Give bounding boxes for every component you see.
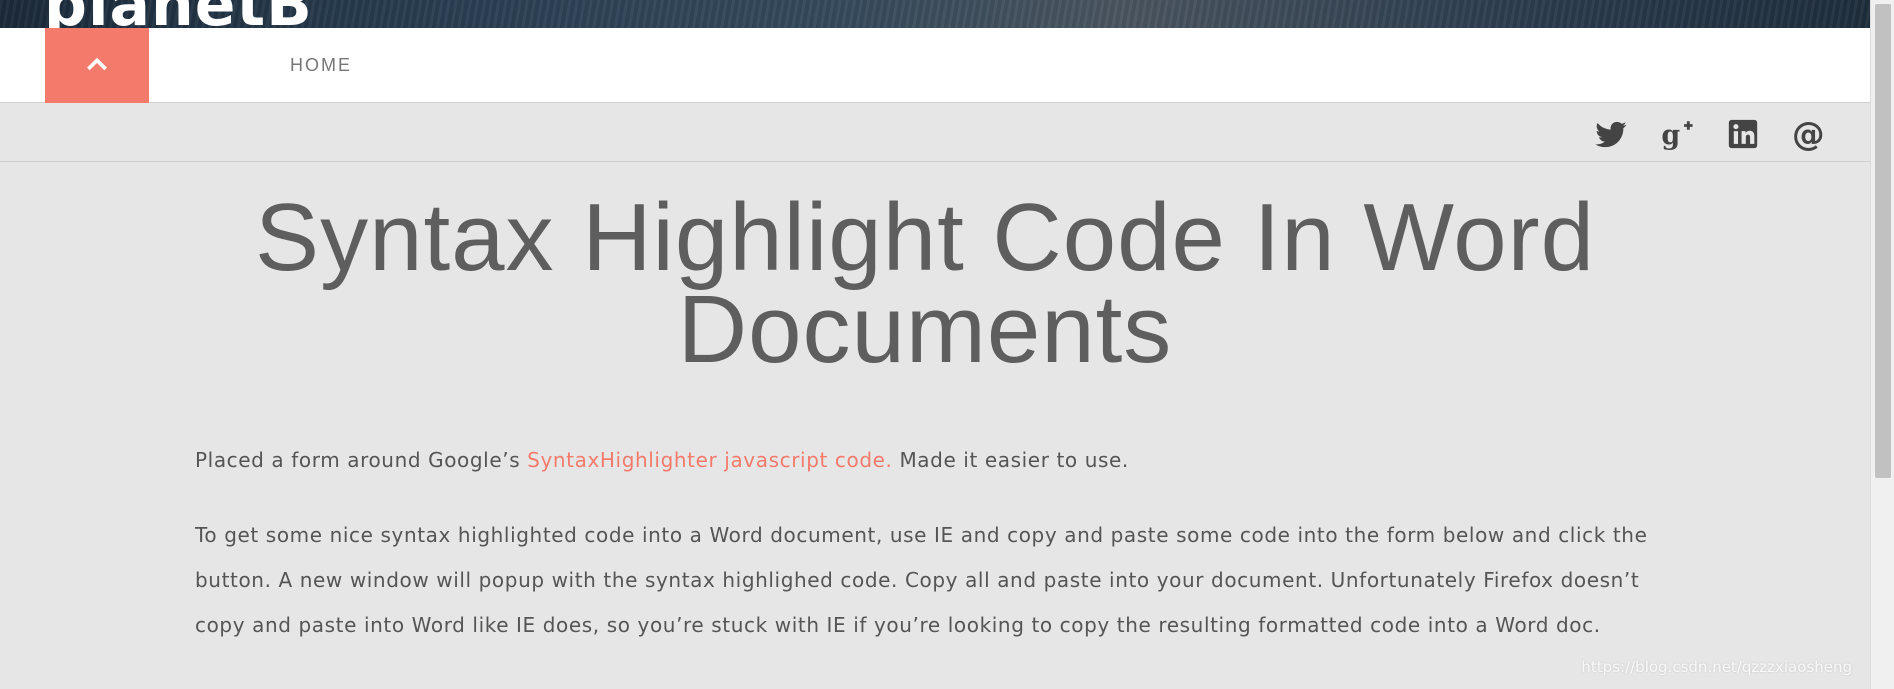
nav-toggle-button[interactable] — [45, 28, 149, 103]
navbar: HOME — [0, 28, 1870, 103]
social-bar: g @ — [0, 104, 1870, 162]
chevron-up-icon — [86, 53, 108, 79]
intro-paragraph: Placed a form around Google’s SyntaxHigh… — [195, 438, 1665, 483]
page-title: Syntax Highlight Code In Word Documents — [255, 184, 1595, 383]
google-plus-icon[interactable]: g — [1657, 114, 1697, 154]
intro-text-after: Made it easier to use. — [892, 448, 1129, 472]
scrollbar-thumb[interactable] — [1875, 4, 1891, 478]
body-paragraph: To get some nice syntax highlighted code… — [195, 523, 1648, 637]
email-at-icon[interactable]: @ — [1789, 114, 1829, 154]
header-banner: planetB — [0, 0, 1870, 28]
watermark: https://blog.csdn.net/qzzzxiaosheng — [1581, 658, 1852, 676]
nav-home-link[interactable]: HOME — [290, 28, 352, 103]
twitter-icon[interactable] — [1591, 114, 1631, 154]
site-name[interactable]: planetB — [44, 0, 313, 28]
syntaxhighlighter-link[interactable]: SyntaxHighlighter javascript code. — [527, 448, 892, 472]
linkedin-icon[interactable] — [1723, 114, 1763, 154]
article-content: Placed a form around Google’s SyntaxHigh… — [195, 438, 1665, 648]
scrollbar[interactable] — [1870, 0, 1894, 689]
svg-text:@: @ — [1792, 117, 1825, 151]
intro-text-before: Placed a form around Google’s — [195, 448, 528, 472]
svg-text:g: g — [1661, 120, 1680, 151]
